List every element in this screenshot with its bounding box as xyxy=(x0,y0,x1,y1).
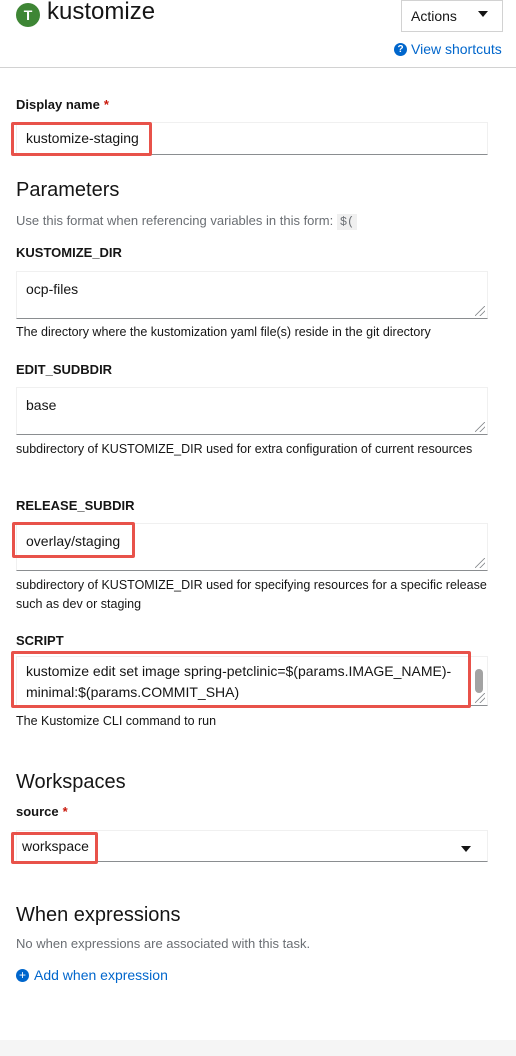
display-name-label-text: Display name xyxy=(16,97,100,112)
kustomize-dir-value: ocp-files xyxy=(26,281,79,297)
add-when-expression-link[interactable]: + Add when expression xyxy=(16,967,168,983)
when-expressions-empty: No when expressions are associated with … xyxy=(16,936,311,951)
caret-down-icon xyxy=(461,846,471,852)
parameters-format-hint: Use this format when referencing variabl… xyxy=(16,211,488,232)
param-label-script: SCRIPT xyxy=(16,633,64,648)
task-badge-icon: T xyxy=(16,3,40,27)
task-title: kustomize xyxy=(47,0,156,25)
edit-subdir-value: base xyxy=(26,397,57,413)
scrollbar-thumb[interactable] xyxy=(475,669,483,693)
param-label-release-subdir: RELEASE_SUBDIR xyxy=(16,498,135,513)
release-subdir-help: subdirectory of KUSTOMIZE_DIR used for s… xyxy=(16,578,487,611)
edit-subdir-help: subdirectory of KUSTOMIZE_DIR used for e… xyxy=(16,442,473,456)
resize-handle-icon[interactable] xyxy=(475,306,485,316)
resize-handle-icon[interactable] xyxy=(475,422,485,432)
script-help: The Kustomize CLI command to run xyxy=(16,714,217,728)
format-hint-text: Use this format when referencing variabl… xyxy=(16,213,334,228)
plus-circle-icon: + xyxy=(16,968,29,982)
kustomize-dir-textarea[interactable]: ocp-files xyxy=(16,271,488,319)
workspaces-heading: Workspaces xyxy=(16,771,126,793)
view-shortcuts-link[interactable]: ? View shortcuts xyxy=(394,41,502,57)
actions-label: Actions xyxy=(411,8,457,24)
when-expressions-heading: When expressions xyxy=(16,904,181,926)
edit-subdir-textarea[interactable]: base xyxy=(16,387,488,435)
view-shortcuts-label: View shortcuts xyxy=(411,41,502,57)
source-select-value: workspace xyxy=(22,838,89,854)
display-name-input[interactable]: kustomize-staging xyxy=(16,122,488,155)
source-label: source * xyxy=(16,804,68,819)
display-name-value: kustomize-staging xyxy=(26,130,139,146)
required-mark: * xyxy=(62,804,68,819)
actions-dropdown[interactable]: Actions xyxy=(401,0,503,32)
question-circle-icon: ? xyxy=(394,42,407,56)
source-select[interactable]: workspace xyxy=(16,830,488,862)
resize-handle-icon[interactable] xyxy=(475,558,485,568)
source-label-text: source xyxy=(16,804,59,819)
script-textarea[interactable]: kustomize edit set image spring-petclini… xyxy=(16,656,488,706)
add-when-expression-label: Add when expression xyxy=(34,967,168,983)
kustomize-dir-help: The directory where the kustomization ya… xyxy=(16,325,431,339)
required-mark: * xyxy=(103,97,109,112)
resize-handle-icon[interactable] xyxy=(475,693,485,703)
script-value: kustomize edit set image spring-petclini… xyxy=(26,663,452,700)
release-subdir-textarea[interactable]: overlay/staging xyxy=(16,523,488,571)
param-label-edit-subdir: EDIT_SUDBDIR xyxy=(16,362,113,377)
task-header: T kustomize Actions ? View shortcuts xyxy=(0,0,516,68)
caret-down-icon xyxy=(478,11,488,17)
parameters-heading: Parameters xyxy=(16,179,120,201)
task-sidebar: T kustomize Actions ? View shortcuts Dis… xyxy=(0,0,516,1056)
param-label-kustomize-dir: KUSTOMIZE_DIR xyxy=(16,245,122,260)
display-name-label: Display name * xyxy=(16,97,109,112)
bottom-bar xyxy=(0,1040,516,1056)
release-subdir-value: overlay/staging xyxy=(26,533,121,549)
format-token: $( xyxy=(336,214,358,230)
